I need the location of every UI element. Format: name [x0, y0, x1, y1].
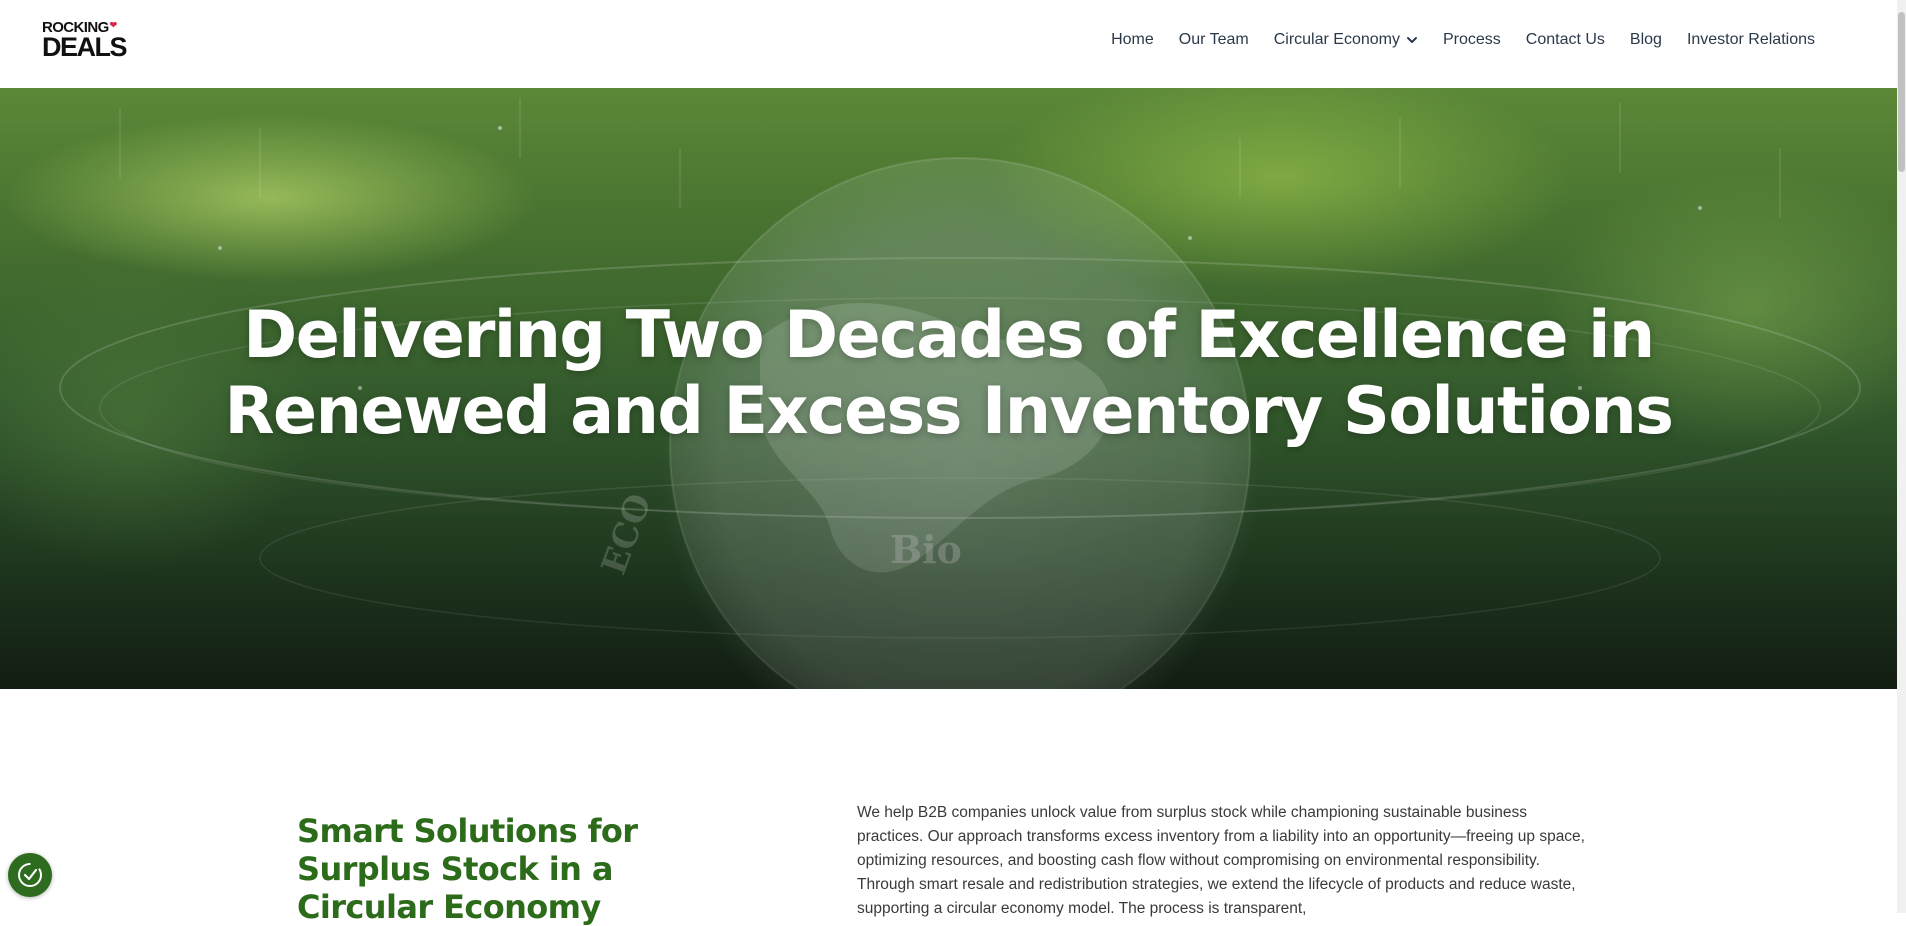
hero-title-line-1: Delivering Two Decades of Excellence in	[243, 297, 1655, 373]
scroll-thumb[interactable]	[1898, 12, 1905, 172]
chevron-down-icon	[1406, 37, 1417, 43]
nav-investor-relations[interactable]: Investor Relations	[1687, 31, 1815, 49]
nav-circular-economy[interactable]: Circular Economy	[1274, 31, 1418, 49]
nav-process[interactable]: Process	[1443, 31, 1501, 49]
intro-section: Smart Solutions for Surplus Stock in a C…	[0, 689, 1897, 926]
site-header: ROCKING ❤ DEALS Home Our Team Circular E…	[0, 0, 1897, 88]
hero-title-line-2: Renewed and Excess Inventory Solutions	[224, 373, 1675, 449]
hero-banner: Bio ECO Delivering Two Decades of Excell…	[0, 88, 1897, 689]
main-nav: Home Our Team Circular Economy Process C…	[1111, 0, 1815, 80]
nav-our-team[interactable]: Our Team	[1179, 31, 1249, 49]
page-scrollbar[interactable]	[1897, 0, 1906, 913]
cookie-consent-button[interactable]	[8, 853, 52, 897]
section-title: Smart Solutions for Surplus Stock in a C…	[297, 811, 638, 926]
hero-title: Delivering Two Decades of Excellence in …	[0, 298, 1897, 450]
nav-blog[interactable]: Blog	[1630, 31, 1662, 49]
nav-home[interactable]: Home	[1111, 31, 1154, 49]
cookie-consent-icon	[18, 863, 42, 887]
heart-icon: ❤	[109, 20, 118, 30]
site-logo[interactable]: ROCKING ❤ DEALS	[42, 20, 132, 62]
nav-contact-us[interactable]: Contact Us	[1526, 31, 1605, 49]
logo-bottom-text: DEALS	[42, 32, 128, 62]
section-body: We help B2B companies unlock value from …	[857, 803, 1585, 917]
